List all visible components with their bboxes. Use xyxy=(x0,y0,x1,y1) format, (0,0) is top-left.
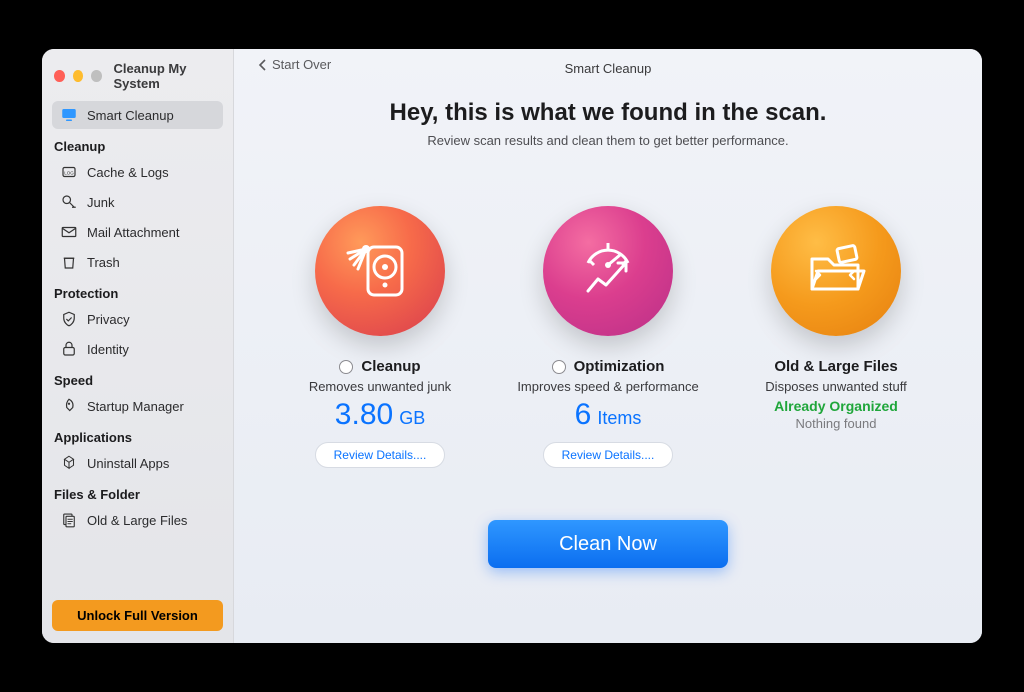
files-icon xyxy=(60,511,78,529)
card-old-large-files: Old & Large Files Disposes unwanted stuf… xyxy=(726,206,946,468)
card-subtitle: Removes unwanted junk xyxy=(309,379,451,394)
sidebar-item-smart-cleanup[interactable]: Smart Cleanup xyxy=(52,101,223,129)
card-title: Cleanup xyxy=(361,358,420,375)
app-window: Cleanup My System Smart Cleanup Cleanup … xyxy=(42,49,982,643)
cleanup-review-button[interactable]: Review Details.... xyxy=(315,442,446,468)
mail-icon xyxy=(60,223,78,241)
app-icon xyxy=(60,454,78,472)
metric-value: 3.80 xyxy=(335,398,393,432)
rocket-icon xyxy=(60,397,78,415)
optimization-review-button[interactable]: Review Details.... xyxy=(543,442,674,468)
card-title: Optimization xyxy=(574,358,665,375)
sidebar-item-label: Startup Manager xyxy=(87,399,184,414)
sidebar-item-old-large-files[interactable]: Old & Large Files xyxy=(52,506,223,534)
headline: Hey, this is what we found in the scan. xyxy=(390,99,827,127)
topbar: Start Over Smart Cleanup xyxy=(258,57,958,79)
sidebar-item-junk[interactable]: Junk xyxy=(52,188,223,216)
svg-text:LOG: LOG xyxy=(64,170,74,175)
card-subtitle: Improves speed & performance xyxy=(517,379,698,394)
metric-value: 6 xyxy=(575,398,592,432)
optimization-metric: 6 Items xyxy=(575,398,642,432)
shield-icon xyxy=(60,310,78,328)
junk-icon xyxy=(60,193,78,211)
files-status: Already Organized xyxy=(774,398,898,414)
chevron-left-icon xyxy=(258,59,268,71)
sidebar-item-label: Smart Cleanup xyxy=(87,108,174,123)
sidebar-item-label: Trash xyxy=(87,255,120,270)
card-title: Old & Large Files xyxy=(774,358,897,375)
sidebar-item-label: Junk xyxy=(87,195,114,210)
metric-unit: Items xyxy=(597,408,641,429)
log-icon: LOG xyxy=(60,163,78,181)
subheadline: Review scan results and clean them to ge… xyxy=(427,133,788,148)
cleanup-graphic xyxy=(315,206,445,336)
card-cleanup: Cleanup Removes unwanted junk 3.80 GB Re… xyxy=(270,206,490,468)
sidebar-item-mail-attachment[interactable]: Mail Attachment xyxy=(52,218,223,246)
files-graphic xyxy=(771,206,901,336)
cleanup-radio[interactable] xyxy=(339,360,353,374)
start-over-button[interactable]: Start Over xyxy=(258,57,331,72)
sidebar-item-identity[interactable]: Identity xyxy=(52,335,223,363)
metric-unit: GB xyxy=(399,408,425,429)
monitor-icon xyxy=(60,106,78,124)
sidebar-item-privacy[interactable]: Privacy xyxy=(52,305,223,333)
zoom-icon[interactable] xyxy=(91,70,102,82)
trash-icon xyxy=(60,253,78,271)
app-title: Cleanup My System xyxy=(114,61,222,91)
sidebar-section-speed: Speed xyxy=(52,365,223,392)
sidebar-item-cache-logs[interactable]: LOG Cache & Logs xyxy=(52,158,223,186)
sidebar-section-protection: Protection xyxy=(52,278,223,305)
back-label: Start Over xyxy=(272,57,331,72)
sidebar-section-files: Files & Folder xyxy=(52,479,223,506)
cleanup-metric: 3.80 GB xyxy=(335,398,425,432)
sidebar-item-label: Identity xyxy=(87,342,129,357)
card-subtitle: Disposes unwanted stuff xyxy=(765,379,906,394)
main-content: Start Over Smart Cleanup Hey, this is wh… xyxy=(234,49,982,643)
sidebar-item-uninstall-apps[interactable]: Uninstall Apps xyxy=(52,449,223,477)
page-title: Smart Cleanup xyxy=(565,61,652,76)
sidebar-item-startup-manager[interactable]: Startup Manager xyxy=(52,392,223,420)
window-controls: Cleanup My System xyxy=(52,57,223,101)
clean-now-button[interactable]: Clean Now xyxy=(488,520,728,568)
result-cards: Cleanup Removes unwanted junk 3.80 GB Re… xyxy=(258,206,958,468)
sidebar-section-cleanup: Cleanup xyxy=(52,131,223,158)
sidebar-item-label: Uninstall Apps xyxy=(87,456,169,471)
sidebar-item-label: Mail Attachment xyxy=(87,225,180,240)
card-optimization: Optimization Improves speed & performanc… xyxy=(498,206,718,468)
sidebar-section-applications: Applications xyxy=(52,422,223,449)
minimize-icon[interactable] xyxy=(73,70,84,82)
optimization-graphic xyxy=(543,206,673,336)
files-note: Nothing found xyxy=(796,416,877,431)
unlock-full-version-button[interactable]: Unlock Full Version xyxy=(52,600,223,631)
optimization-radio[interactable] xyxy=(552,360,566,374)
lock-icon xyxy=(60,340,78,358)
close-icon[interactable] xyxy=(54,70,65,82)
sidebar: Cleanup My System Smart Cleanup Cleanup … xyxy=(42,49,234,643)
sidebar-item-label: Privacy xyxy=(87,312,130,327)
sidebar-item-label: Old & Large Files xyxy=(87,513,187,528)
sidebar-item-label: Cache & Logs xyxy=(87,165,169,180)
sidebar-item-trash[interactable]: Trash xyxy=(52,248,223,276)
